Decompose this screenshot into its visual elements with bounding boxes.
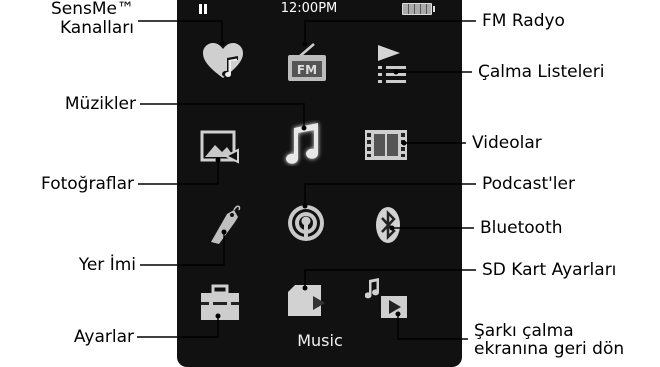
label-podcasts: Podcast'ler bbox=[482, 174, 575, 194]
label-bookmark: Yer İmi bbox=[78, 255, 136, 275]
label-fm-radio: FM Radyo bbox=[482, 11, 565, 31]
label-back-to-now-playing: Şarkı çalma ekranına geri dön bbox=[474, 321, 625, 359]
label-music: Müzikler bbox=[64, 94, 136, 114]
label-playlists: Çalma Listeleri bbox=[478, 62, 605, 82]
label-settings: Ayarlar bbox=[73, 327, 134, 347]
label-sensme-channels: SensMe™ Kanalları bbox=[50, 0, 134, 38]
label-photos: Fotoğraflar bbox=[41, 174, 134, 194]
label-bluetooth: Bluetooth bbox=[480, 218, 563, 238]
label-videos: Videolar bbox=[472, 133, 542, 153]
label-sd-card-settings: SD Kart Ayarları bbox=[482, 260, 617, 280]
